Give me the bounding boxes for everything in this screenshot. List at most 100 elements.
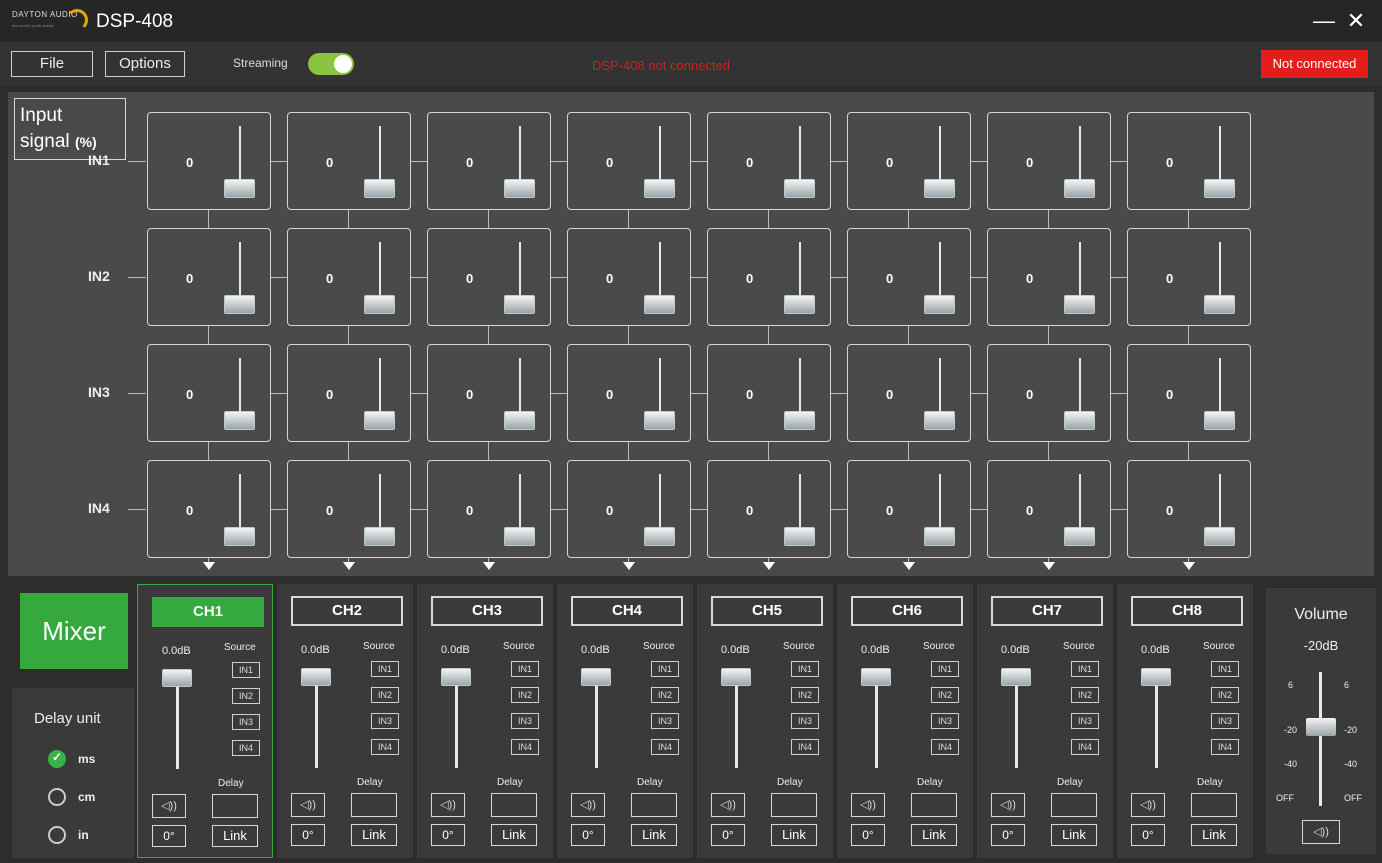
channel-select-button[interactable]: CH2 (291, 596, 403, 626)
source-in2-button[interactable]: IN2 (791, 687, 819, 703)
mix-cell-in4-ch5[interactable]: 0 (707, 460, 831, 558)
mix-cell-in3-ch6[interactable]: 0 (847, 344, 971, 442)
volume-mute-button[interactable]: ◁)) (1302, 820, 1340, 844)
mix-slider-knob[interactable] (644, 527, 675, 546)
source-in1-button[interactable]: IN1 (1211, 661, 1239, 677)
channel-gain-slider-knob[interactable] (721, 668, 751, 686)
mix-slider-knob[interactable] (644, 295, 675, 314)
source-in4-button[interactable]: IN4 (1211, 739, 1239, 755)
channel-gain-slider-track[interactable] (875, 672, 878, 768)
channel-gain-slider-knob[interactable] (1001, 668, 1031, 686)
mixer-button[interactable]: Mixer (20, 593, 128, 669)
source-in1-button[interactable]: IN1 (931, 661, 959, 677)
source-in4-button[interactable]: IN4 (931, 739, 959, 755)
channel-mute-button[interactable]: ◁)) (431, 793, 465, 817)
channel-gain-slider-track[interactable] (315, 672, 318, 768)
source-in4-button[interactable]: IN4 (651, 739, 679, 755)
radio-checked-icon[interactable] (48, 750, 66, 768)
source-in2-button[interactable]: IN2 (511, 687, 539, 703)
channel-select-button[interactable]: CH7 (991, 596, 1103, 626)
source-in3-button[interactable]: IN3 (651, 713, 679, 729)
mix-cell-in1-ch7[interactable]: 0 (987, 112, 1111, 210)
link-button[interactable]: Link (631, 824, 677, 846)
source-in2-button[interactable]: IN2 (232, 688, 260, 704)
source-in3-button[interactable]: IN3 (931, 713, 959, 729)
mix-slider-knob[interactable] (504, 527, 535, 546)
mix-cell-in1-ch3[interactable]: 0 (427, 112, 551, 210)
phase-button[interactable]: 0° (431, 824, 465, 846)
mix-cell-in4-ch7[interactable]: 0 (987, 460, 1111, 558)
link-button[interactable]: Link (212, 825, 258, 847)
mix-slider-knob[interactable] (1204, 527, 1235, 546)
mix-cell-in1-ch2[interactable]: 0 (287, 112, 411, 210)
phase-button[interactable]: 0° (152, 825, 186, 847)
mix-slider-knob[interactable] (224, 411, 255, 430)
link-button[interactable]: Link (1191, 824, 1237, 846)
mix-cell-in1-ch5[interactable]: 0 (707, 112, 831, 210)
mix-slider-knob[interactable] (784, 295, 815, 314)
source-in4-button[interactable]: IN4 (791, 739, 819, 755)
mix-cell-in3-ch2[interactable]: 0 (287, 344, 411, 442)
channel-select-button[interactable]: CH1 (152, 597, 264, 627)
channel-select-button[interactable]: CH5 (711, 596, 823, 626)
mix-slider-knob[interactable] (1204, 295, 1235, 314)
radio-unchecked-icon[interactable] (48, 826, 66, 844)
source-in1-button[interactable]: IN1 (651, 661, 679, 677)
mix-cell-in4-ch8[interactable]: 0 (1127, 460, 1251, 558)
options-menu-button[interactable]: Options (105, 51, 185, 77)
channel-gain-slider-track[interactable] (735, 672, 738, 768)
mix-slider-knob[interactable] (924, 527, 955, 546)
channel-gain-slider-track[interactable] (176, 673, 179, 769)
mix-slider-knob[interactable] (784, 179, 815, 198)
link-button[interactable]: Link (911, 824, 957, 846)
source-in3-button[interactable]: IN3 (371, 713, 399, 729)
mix-slider-knob[interactable] (644, 179, 675, 198)
channel-delay-input[interactable] (351, 793, 397, 817)
close-icon[interactable]: ✕ (1344, 10, 1368, 32)
source-in4-button[interactable]: IN4 (371, 739, 399, 755)
mix-slider-knob[interactable] (784, 411, 815, 430)
channel-mute-button[interactable]: ◁)) (851, 793, 885, 817)
phase-button[interactable]: 0° (711, 824, 745, 846)
mix-slider-knob[interactable] (224, 179, 255, 198)
radio-unchecked-icon[interactable] (48, 788, 66, 806)
phase-button[interactable]: 0° (291, 824, 325, 846)
mix-cell-in4-ch3[interactable]: 0 (427, 460, 551, 558)
phase-button[interactable]: 0° (991, 824, 1025, 846)
mix-cell-in4-ch1[interactable]: 0 (147, 460, 271, 558)
mix-slider-knob[interactable] (924, 411, 955, 430)
mix-slider-knob[interactable] (504, 179, 535, 198)
mix-cell-in2-ch3[interactable]: 0 (427, 228, 551, 326)
channel-delay-input[interactable] (1051, 793, 1097, 817)
channel-gain-slider-knob[interactable] (162, 669, 192, 687)
channel-mute-button[interactable]: ◁)) (152, 794, 186, 818)
mix-slider-knob[interactable] (644, 411, 675, 430)
source-in4-button[interactable]: IN4 (511, 739, 539, 755)
channel-gain-slider-knob[interactable] (581, 668, 611, 686)
source-in2-button[interactable]: IN2 (1211, 687, 1239, 703)
link-button[interactable]: Link (1051, 824, 1097, 846)
mix-slider-knob[interactable] (224, 295, 255, 314)
source-in3-button[interactable]: IN3 (511, 713, 539, 729)
mix-cell-in2-ch7[interactable]: 0 (987, 228, 1111, 326)
mix-slider-knob[interactable] (504, 411, 535, 430)
phase-button[interactable]: 0° (1131, 824, 1165, 846)
source-in2-button[interactable]: IN2 (371, 687, 399, 703)
mix-slider-knob[interactable] (784, 527, 815, 546)
volume-slider-track[interactable] (1319, 672, 1322, 806)
mix-cell-in1-ch1[interactable]: 0 (147, 112, 271, 210)
channel-gain-slider-track[interactable] (455, 672, 458, 768)
channel-mute-button[interactable]: ◁)) (1131, 793, 1165, 817)
volume-slider-knob[interactable] (1306, 718, 1336, 736)
mix-cell-in4-ch6[interactable]: 0 (847, 460, 971, 558)
channel-select-button[interactable]: CH8 (1131, 596, 1243, 626)
source-in4-button[interactable]: IN4 (1071, 739, 1099, 755)
mix-slider-knob[interactable] (364, 179, 395, 198)
channel-delay-input[interactable] (491, 793, 537, 817)
mix-slider-knob[interactable] (364, 295, 395, 314)
mix-cell-in3-ch4[interactable]: 0 (567, 344, 691, 442)
channel-delay-input[interactable] (631, 793, 677, 817)
source-in4-button[interactable]: IN4 (232, 740, 260, 756)
source-in1-button[interactable]: IN1 (1071, 661, 1099, 677)
mix-slider-knob[interactable] (924, 295, 955, 314)
